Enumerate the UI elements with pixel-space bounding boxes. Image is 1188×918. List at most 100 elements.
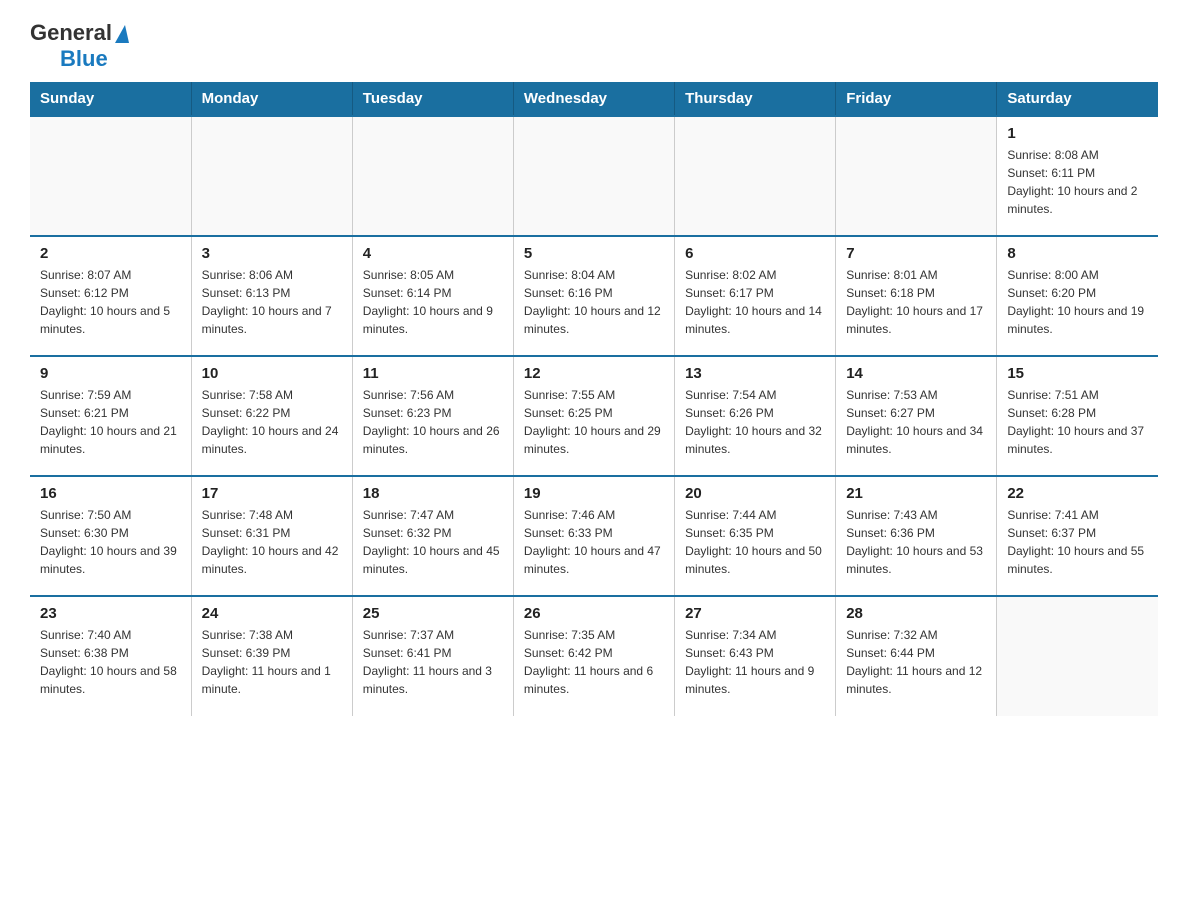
calendar-cell: 27 Sunrise: 7:34 AMSunset: 6:43 PMDayligh…: [675, 596, 836, 716]
day-info: Sunrise: 8:08 AMSunset: 6:11 PMDaylight:…: [1007, 146, 1148, 218]
calendar-cell: 26 Sunrise: 7:35 AMSunset: 6:42 PMDayligh…: [513, 596, 674, 716]
calendar-cell: 15Sunrise: 7:51 AMSunset: 6:28 PMDayligh…: [997, 356, 1158, 476]
calendar-cell: 12 Sunrise: 7:55 AMSunset: 6:25 PMDayligh…: [513, 356, 674, 476]
weekday-header-tuesday: Tuesday: [352, 82, 513, 116]
weekday-header-sunday: Sunday: [30, 82, 191, 116]
calendar-cell: 11 Sunrise: 7:56 AMSunset: 6:23 PMDayligh…: [352, 356, 513, 476]
calendar-cell: 25Sunrise: 7:37 AMSunset: 6:41 PMDayligh…: [352, 596, 513, 716]
calendar-cell: [675, 116, 836, 236]
day-info: Sunrise: 7:55 AMSunset: 6:25 PMDaylight:…: [524, 386, 664, 458]
calendar-cell: 6 Sunrise: 8:02 AMSunset: 6:17 PMDaylight…: [675, 236, 836, 356]
calendar-cell: 24 Sunrise: 7:38 AMSunset: 6:39 PMDayligh…: [191, 596, 352, 716]
calendar-cell: 14Sunrise: 7:53 AMSunset: 6:27 PMDayligh…: [836, 356, 997, 476]
logo-triangle-icon: [115, 25, 129, 43]
weekday-header-row: SundayMondayTuesdayWednesdayThursdayFrid…: [30, 82, 1158, 116]
day-info: Sunrise: 7:43 AMSunset: 6:36 PMDaylight:…: [846, 506, 986, 578]
week-row-5: 23 Sunrise: 7:40 AMSunset: 6:38 PMDayligh…: [30, 596, 1158, 716]
day-info: Sunrise: 7:44 AMSunset: 6:35 PMDaylight:…: [685, 506, 825, 578]
calendar-cell: 1Sunrise: 8:08 AMSunset: 6:11 PMDaylight…: [997, 116, 1158, 236]
calendar-cell: 10 Sunrise: 7:58 AMSunset: 6:22 PMDayligh…: [191, 356, 352, 476]
day-number: 3: [202, 245, 342, 262]
day-info: Sunrise: 7:47 AMSunset: 6:32 PMDaylight:…: [363, 506, 503, 578]
week-row-4: 16Sunrise: 7:50 AMSunset: 6:30 PMDayligh…: [30, 476, 1158, 596]
calendar-cell: 8Sunrise: 8:00 AMSunset: 6:20 PMDaylight…: [997, 236, 1158, 356]
day-info: Sunrise: 7:54 AMSunset: 6:26 PMDaylight:…: [685, 386, 825, 458]
weekday-header-saturday: Saturday: [997, 82, 1158, 116]
logo-general-text: General: [30, 20, 112, 46]
day-info: Sunrise: 7:35 AMSunset: 6:42 PMDaylight:…: [524, 626, 664, 698]
day-info: Sunrise: 7:56 AMSunset: 6:23 PMDaylight:…: [363, 386, 503, 458]
calendar-cell: 19 Sunrise: 7:46 AMSunset: 6:33 PMDayligh…: [513, 476, 674, 596]
day-number: 15: [1007, 365, 1148, 382]
calendar-cell: 5 Sunrise: 8:04 AMSunset: 6:16 PMDaylight…: [513, 236, 674, 356]
calendar-cell: 23 Sunrise: 7:40 AMSunset: 6:38 PMDayligh…: [30, 596, 191, 716]
day-number: 28: [846, 605, 986, 622]
day-number: 24: [202, 605, 342, 622]
day-number: 9: [40, 365, 181, 382]
week-row-1: 1Sunrise: 8:08 AMSunset: 6:11 PMDaylight…: [30, 116, 1158, 236]
day-info: Sunrise: 8:04 AMSunset: 6:16 PMDaylight:…: [524, 266, 664, 338]
day-number: 6: [685, 245, 825, 262]
calendar-cell: 9 Sunrise: 7:59 AMSunset: 6:21 PMDaylight…: [30, 356, 191, 476]
day-info: Sunrise: 8:02 AMSunset: 6:17 PMDaylight:…: [685, 266, 825, 338]
day-info: Sunrise: 8:06 AMSunset: 6:13 PMDaylight:…: [202, 266, 342, 338]
day-number: 4: [363, 245, 503, 262]
day-info: Sunrise: 7:59 AMSunset: 6:21 PMDaylight:…: [40, 386, 181, 458]
day-number: 20: [685, 485, 825, 502]
day-number: 23: [40, 605, 181, 622]
calendar-cell: 20 Sunrise: 7:44 AMSunset: 6:35 PMDayligh…: [675, 476, 836, 596]
logo-blue-text: Blue: [60, 46, 108, 71]
calendar-cell: [352, 116, 513, 236]
day-info: Sunrise: 7:58 AMSunset: 6:22 PMDaylight:…: [202, 386, 342, 458]
weekday-header-monday: Monday: [191, 82, 352, 116]
day-number: 21: [846, 485, 986, 502]
weekday-header-thursday: Thursday: [675, 82, 836, 116]
calendar-cell: 18 Sunrise: 7:47 AMSunset: 6:32 PMDayligh…: [352, 476, 513, 596]
week-row-2: 2 Sunrise: 8:07 AMSunset: 6:12 PMDaylight…: [30, 236, 1158, 356]
day-number: 7: [846, 245, 986, 262]
day-number: 5: [524, 245, 664, 262]
calendar-cell: 22 Sunrise: 7:41 AMSunset: 6:37 PMDayligh…: [997, 476, 1158, 596]
calendar-cell: 21 Sunrise: 7:43 AMSunset: 6:36 PMDayligh…: [836, 476, 997, 596]
day-number: 13: [685, 365, 825, 382]
day-number: 2: [40, 245, 181, 262]
day-info: Sunrise: 7:38 AMSunset: 6:39 PMDaylight:…: [202, 626, 342, 698]
calendar-cell: [191, 116, 352, 236]
day-info: Sunrise: 8:07 AMSunset: 6:12 PMDaylight:…: [40, 266, 181, 338]
day-info: Sunrise: 7:40 AMSunset: 6:38 PMDaylight:…: [40, 626, 181, 698]
day-info: Sunrise: 8:01 AMSunset: 6:18 PMDaylight:…: [846, 266, 986, 338]
weekday-header-friday: Friday: [836, 82, 997, 116]
calendar-cell: [30, 116, 191, 236]
calendar-cell: [997, 596, 1158, 716]
calendar-cell: 2 Sunrise: 8:07 AMSunset: 6:12 PMDaylight…: [30, 236, 191, 356]
day-info: Sunrise: 7:41 AMSunset: 6:37 PMDaylight:…: [1007, 506, 1148, 578]
day-info: Sunrise: 8:05 AMSunset: 6:14 PMDaylight:…: [363, 266, 503, 338]
calendar-cell: 17 Sunrise: 7:48 AMSunset: 6:31 PMDayligh…: [191, 476, 352, 596]
day-number: 17: [202, 485, 342, 502]
day-info: Sunrise: 7:50 AMSunset: 6:30 PMDaylight:…: [40, 506, 181, 578]
day-number: 14: [846, 365, 986, 382]
day-info: Sunrise: 7:48 AMSunset: 6:31 PMDaylight:…: [202, 506, 342, 578]
day-info: Sunrise: 7:37 AMSunset: 6:41 PMDaylight:…: [363, 626, 503, 698]
day-number: 11: [363, 365, 503, 382]
calendar-cell: 3 Sunrise: 8:06 AMSunset: 6:13 PMDaylight…: [191, 236, 352, 356]
calendar-cell: [513, 116, 674, 236]
day-info: Sunrise: 7:46 AMSunset: 6:33 PMDaylight:…: [524, 506, 664, 578]
calendar-cell: 4 Sunrise: 8:05 AMSunset: 6:14 PMDaylight…: [352, 236, 513, 356]
calendar-cell: 16Sunrise: 7:50 AMSunset: 6:30 PMDayligh…: [30, 476, 191, 596]
week-row-3: 9 Sunrise: 7:59 AMSunset: 6:21 PMDaylight…: [30, 356, 1158, 476]
day-number: 12: [524, 365, 664, 382]
day-number: 19: [524, 485, 664, 502]
day-info: Sunrise: 8:00 AMSunset: 6:20 PMDaylight:…: [1007, 266, 1148, 338]
calendar-cell: 28Sunrise: 7:32 AMSunset: 6:44 PMDayligh…: [836, 596, 997, 716]
calendar-cell: 13 Sunrise: 7:54 AMSunset: 6:26 PMDayligh…: [675, 356, 836, 476]
day-number: 10: [202, 365, 342, 382]
calendar-cell: 7 Sunrise: 8:01 AMSunset: 6:18 PMDaylight…: [836, 236, 997, 356]
day-info: Sunrise: 7:34 AMSunset: 6:43 PMDaylight:…: [685, 626, 825, 698]
day-number: 26: [524, 605, 664, 622]
day-number: 18: [363, 485, 503, 502]
page-header: General Blue: [30, 20, 1158, 72]
weekday-header-wednesday: Wednesday: [513, 82, 674, 116]
day-number: 27: [685, 605, 825, 622]
day-number: 22: [1007, 485, 1148, 502]
